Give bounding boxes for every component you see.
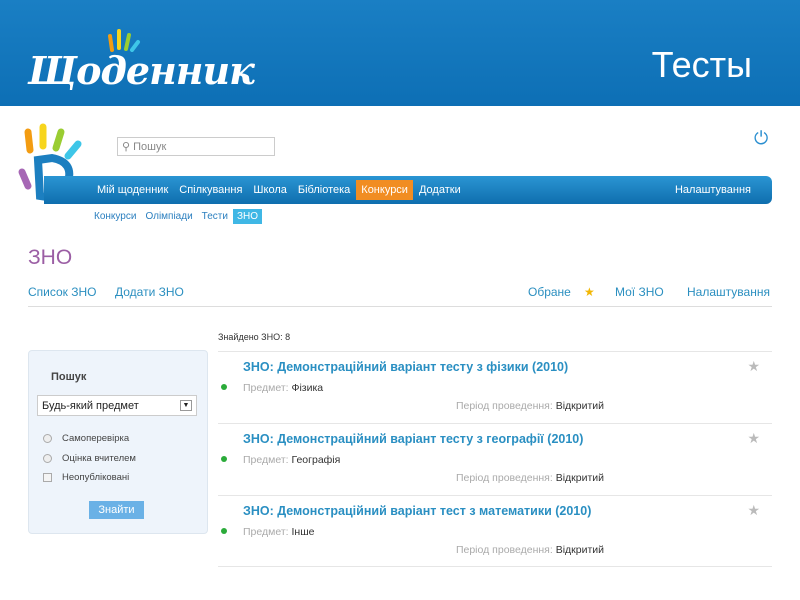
results-count: Знайдено ЗНО: 8 [218,332,291,342]
chevron-down-icon: ▼ [180,400,192,411]
star-icon[interactable]: ★ [747,430,760,447]
status-dot [221,528,227,534]
item-period: Період проведення: Відкритий [455,544,604,556]
search-panel-title: Пошук [51,371,87,383]
nav-contests[interactable]: Конкурси [356,180,413,200]
item-title-link[interactable]: ЗНО: Демонстраційний варіант тесту з фіз… [243,360,568,374]
sub-nav: Конкурси Олімпіади Тести ЗНО [90,209,262,224]
subnav-zno[interactable]: ЗНО [232,209,262,224]
search-icon: ⚲ [122,141,134,153]
subject-select[interactable]: Будь-який предмет ▼ [37,395,197,416]
subnav-tests[interactable]: Тести [198,209,232,224]
subnav-contests[interactable]: Конкурси [90,209,140,224]
list-item: ЗНО: Демонстраційний варіант тесту з гео… [218,423,772,495]
tab-my-zno[interactable]: Мої ЗНО [615,285,664,299]
radio-teacher-grade[interactable]: Оцінка вчителем [43,453,136,464]
status-dot [221,384,227,390]
list-item: ЗНО: Демонстраційний варіант тесту з фіз… [218,351,772,423]
radio-button[interactable] [43,434,52,443]
tab-favorites[interactable]: Обране [528,285,571,299]
slide-banner: Щоденник Тесты [0,0,800,106]
nav-my-diary[interactable]: Мій щоденник [92,180,173,200]
status-dot [221,456,227,462]
nav-school[interactable]: Школа [248,180,291,200]
checkbox[interactable] [43,473,52,482]
power-icon[interactable]: ⏻ [754,128,768,149]
tab-settings[interactable]: Налаштування [687,285,770,299]
nav-communication[interactable]: Спілкування [174,180,247,200]
item-title-link[interactable]: ЗНО: Демонстраційний варіант тест з мате… [243,504,591,518]
slide-title: Тесты [651,44,752,85]
nav-settings[interactable]: Налаштування [670,180,756,200]
item-subject: Предмет: Географія [243,454,341,466]
item-subject: Предмет: Фізика [243,382,324,394]
item-period: Період проведення: Відкритий [455,400,604,412]
radio-self-check[interactable]: Самоперевірка [43,433,129,444]
search-input[interactable]: ⚲ Пошук [117,137,275,156]
brand-logo: Щоденник [28,48,255,93]
tab-add-zno[interactable]: Додати ЗНО [115,285,184,299]
nav-library[interactable]: Бібліотека [293,180,355,200]
find-button[interactable]: Знайти [89,501,144,519]
search-panel: Пошук Будь-який предмет ▼ Самоперевірка О… [28,350,208,534]
nav-apps[interactable]: Додатки [414,180,466,200]
tab-zno-list[interactable]: Список ЗНО [28,285,97,299]
item-period: Період проведення: Відкритий [455,472,604,484]
star-icon[interactable]: ★ [584,285,595,299]
star-icon[interactable]: ★ [747,358,760,375]
page-title: ЗНО [28,246,73,269]
item-subject: Предмет: Інше [243,526,315,538]
results-list: ЗНО: Демонстраційний варіант тесту з фіз… [218,351,772,567]
main-nav: Мій щоденник Спілкування Школа Бібліотек… [44,176,772,204]
list-item: ЗНО: Демонстраційний варіант тест з мате… [218,495,772,567]
checkbox-unpublished[interactable]: Неопубліковані [43,472,129,483]
zno-tabs: Список ЗНО Додати ЗНО Обране ★ Мої ЗНО Н… [28,285,772,307]
item-title-link[interactable]: ЗНО: Демонстраційний варіант тесту з гео… [243,432,583,446]
subnav-olympiads[interactable]: Олімпіади [141,209,196,224]
radio-button[interactable] [43,454,52,463]
star-icon[interactable]: ★ [747,502,760,519]
